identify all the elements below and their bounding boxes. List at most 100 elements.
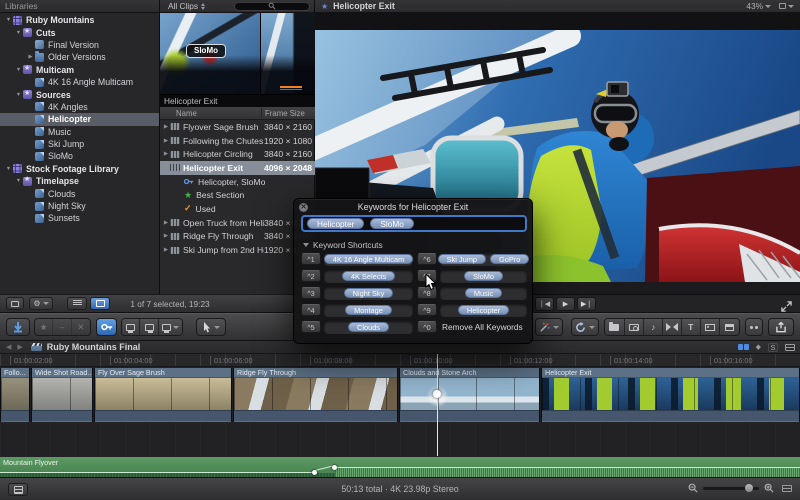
timeline-clip[interactable]: Fly Over Sage Brush: [94, 368, 232, 422]
insert-edit-button[interactable]: [140, 319, 158, 335]
sidebar-item-4k-angles[interactable]: 4K Angles: [0, 101, 159, 113]
remove-all-keywords-label[interactable]: Remove All Keywords: [442, 321, 523, 334]
timeline-clip[interactable]: Clouds and Stone Arch: [399, 368, 540, 422]
viewer-display-options[interactable]: [779, 3, 794, 9]
timeline-clip[interactable]: Wide Shot Road...: [31, 368, 93, 422]
used-subrow[interactable]: ✓Used: [160, 202, 315, 216]
audio-skimming-toggle[interactable]: ◆: [756, 343, 761, 351]
playhead-handle[interactable]: [433, 390, 441, 398]
unrate-tool-button[interactable]: –: [53, 319, 71, 335]
sidebar-item-ruby-mountains[interactable]: ▼Ruby Mountains: [0, 14, 159, 26]
shortcut-field[interactable]: Music: [440, 287, 527, 300]
sidebar-item-sunsets[interactable]: Sunsets: [0, 212, 159, 224]
shortcut-field[interactable]: SloMo: [440, 270, 527, 283]
filmstrip-duration-button[interactable]: [6, 297, 24, 310]
timeline-index-button[interactable]: [8, 483, 28, 496]
sidebar-item-older-versions[interactable]: ▶Older Versions: [0, 51, 159, 63]
disclosure-open-icon[interactable]: ▼: [14, 30, 23, 36]
clip-row-selected[interactable]: ▼Helicopter Exit4096 × 2048: [160, 161, 315, 175]
volume-line[interactable]: [0, 472, 315, 473]
shortcut-field[interactable]: Montage: [324, 304, 413, 317]
disclosure-open-icon[interactable]: ▼: [14, 178, 23, 184]
keyword-range-marker[interactable]: [280, 86, 302, 90]
list-view-button[interactable]: [67, 297, 87, 310]
sidebar-item-sources[interactable]: ▼Sources: [0, 88, 159, 100]
keyword-editor-button[interactable]: [96, 318, 117, 336]
next-frame-button[interactable]: ▶❘: [577, 297, 596, 311]
enhancements-button[interactable]: [535, 318, 563, 336]
share-button[interactable]: [768, 318, 794, 336]
keyword-subrow[interactable]: Helicopter, SloMo: [160, 175, 315, 189]
clip-row[interactable]: ▶Flyover Sage Brush3840 × 2160: [160, 120, 315, 134]
disclosure-closed-icon[interactable]: ▶: [162, 151, 170, 157]
sidebar-item-multicam[interactable]: ▼Multicam: [0, 64, 159, 76]
music-browser-button[interactable]: ♪: [644, 319, 663, 335]
keyword-shortcuts-disclosure[interactable]: Keyword Shortcuts: [303, 240, 383, 250]
shortcut-key[interactable]: ^1: [301, 253, 321, 265]
shortcut-key[interactable]: ^5: [301, 321, 321, 333]
shortcut-field[interactable]: 4K 16 Angle Multicam: [324, 253, 413, 266]
timeline-ruler[interactable]: 01:00:02:00 01:00:04:00 01:00:06:00 01:0…: [0, 354, 800, 367]
generators-browser-button[interactable]: [701, 319, 721, 335]
disclosure-closed-icon[interactable]: ▶: [26, 54, 35, 60]
timeline-clip[interactable]: Ridge Fly Through: [233, 368, 398, 422]
clip-appearance-toggle[interactable]: [785, 344, 795, 351]
zoom-slider[interactable]: [703, 487, 759, 490]
shortcut-key[interactable]: ^3: [301, 287, 321, 299]
project-title[interactable]: Ruby Mountains Final: [47, 342, 141, 352]
shortcut-key[interactable]: ^0: [417, 321, 437, 333]
disclosure-closed-icon[interactable]: ▶: [162, 124, 170, 130]
disclosure-closed-icon[interactable]: ▶: [162, 220, 170, 226]
keyword-token[interactable]: Helicopter: [307, 218, 364, 229]
volume-keyframe[interactable]: [332, 465, 337, 470]
connect-edit-button[interactable]: [122, 319, 140, 335]
sidebar-item-ski-jump[interactable]: Ski Jump: [0, 138, 159, 150]
search-field[interactable]: [234, 2, 310, 11]
favorite-subrow[interactable]: ★Best Section: [160, 188, 315, 202]
clip-row[interactable]: ▶Open Truck from Heli3840 × 2160: [160, 216, 315, 230]
keyword-token-field[interactable]: Helicopter SloMo: [301, 215, 527, 232]
background-tasks-button[interactable]: [745, 318, 763, 336]
photos-browser-button[interactable]: [625, 319, 645, 335]
timeline-clip[interactable]: Follo...: [0, 368, 30, 422]
browser-settings-button[interactable]: ⚙: [29, 297, 53, 310]
import-media-button[interactable]: [6, 318, 30, 336]
previous-frame-button[interactable]: ❘◀: [535, 297, 554, 311]
zoom-out-icon[interactable]: [688, 483, 698, 493]
transitions-browser-button[interactable]: [663, 319, 682, 335]
volume-line[interactable]: [335, 467, 800, 468]
shortcut-field[interactable]: Ski JumpGoPro: [440, 253, 527, 266]
snapping-toggle[interactable]: S: [768, 343, 778, 352]
sidebar-item-slomo[interactable]: SloMo: [0, 150, 159, 162]
sidebar-item-4k-16-angle-multicam[interactable]: 4K 16 Angle Multicam: [0, 76, 159, 88]
clip-filter-popup[interactable]: All Clips: [168, 1, 205, 11]
disclosure-open-icon[interactable]: ▼: [162, 165, 170, 171]
volume-keyframe[interactable]: [312, 470, 317, 475]
shortcut-field[interactable]: Night Sky: [324, 287, 413, 300]
skimming-toggle[interactable]: [738, 344, 749, 350]
clip-row[interactable]: ▶Ski Jump from 2nd Heli1920 × 1080: [160, 243, 315, 257]
themes-browser-button[interactable]: [720, 319, 739, 335]
favorite-tool-button[interactable]: ★: [35, 319, 53, 335]
disclosure-open-icon[interactable]: ▼: [4, 166, 13, 172]
tool-selector-button[interactable]: [196, 318, 226, 336]
sidebar-item-stock-footage-library[interactable]: ▼Stock Footage Library: [0, 163, 159, 175]
clip-appearance-button[interactable]: [782, 485, 792, 492]
list-column-header[interactable]: Name Frame Size: [160, 107, 315, 120]
disclosure-open-icon[interactable]: ▼: [14, 67, 23, 73]
disclosure-closed-icon[interactable]: ▶: [162, 138, 170, 144]
sidebar-item-night-sky[interactable]: Night Sky: [0, 200, 159, 212]
zoom-slider-thumb[interactable]: [745, 484, 753, 492]
disclosure-closed-icon[interactable]: ▶: [162, 247, 170, 253]
clip-row[interactable]: ▶Helicopter Circling3840 × 2160: [160, 147, 315, 161]
shortcut-field[interactable]: 4K Selects: [324, 270, 413, 283]
shortcut-key[interactable]: ^2: [301, 270, 321, 282]
viewer-zoom-popup[interactable]: 43%: [746, 1, 771, 11]
clip-filmstrip-preview[interactable]: SloMo: [160, 13, 315, 94]
sidebar-item-music[interactable]: Music: [0, 126, 159, 138]
history-forward-button[interactable]: ▶: [17, 343, 22, 351]
shortcut-field[interactable]: Helicopter: [440, 304, 527, 317]
disclosure-open-icon[interactable]: ▼: [14, 92, 23, 98]
shortcut-field[interactable]: Clouds: [324, 321, 413, 334]
keyword-token[interactable]: SloMo: [370, 218, 414, 229]
